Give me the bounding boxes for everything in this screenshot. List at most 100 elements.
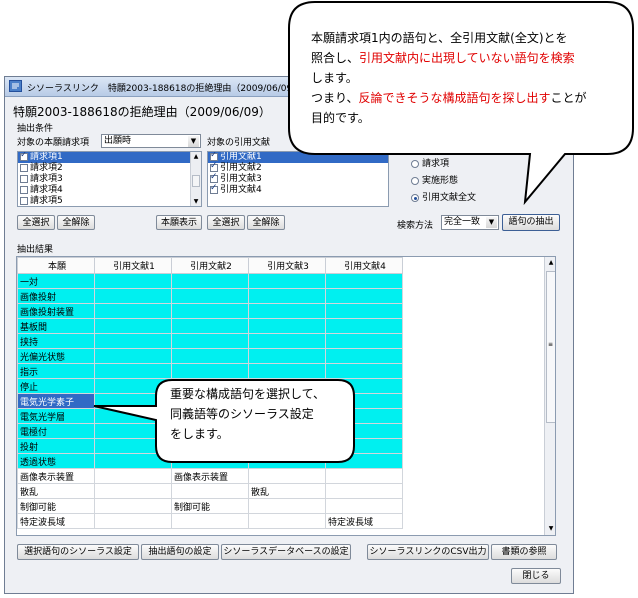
table-cell[interactable]: 一対 [17, 273, 95, 289]
scroll-thumb[interactable] [192, 175, 200, 187]
table-cell[interactable]: 基板間 [17, 318, 95, 334]
table-cell[interactable] [248, 288, 326, 304]
column-header[interactable]: 本願 [17, 257, 95, 274]
table-cell[interactable]: 画像投射装置 [17, 303, 95, 319]
table-row[interactable]: 画像投射装置 [17, 303, 403, 319]
scroll-up-icon[interactable]: ▲ [191, 152, 201, 161]
column-header[interactable]: 引用文献2 [171, 257, 249, 274]
table-cell[interactable] [325, 288, 403, 304]
table-cell[interactable] [248, 468, 326, 484]
citations-select-all-button[interactable]: 全選択 [207, 215, 245, 230]
claims-version-dropdown[interactable]: 出願時 ▼ [101, 134, 201, 148]
claim-list-item[interactable]: 請求項5 [18, 196, 201, 206]
table-cell[interactable]: 画像表示装置 [17, 468, 95, 484]
checkbox-icon[interactable] [210, 161, 218, 172]
table-row[interactable]: 制御可能 制御可能 [17, 498, 403, 514]
table-cell[interactable] [248, 513, 326, 529]
close-button[interactable]: 閉じる [511, 568, 561, 584]
checkbox-icon[interactable] [20, 174, 28, 183]
table-cell[interactable] [248, 333, 326, 349]
table-cell[interactable]: 散乱 [248, 483, 326, 499]
table-cell[interactable] [94, 513, 172, 529]
results-scrollbar[interactable]: ▲ ≡ ▼ [544, 257, 555, 535]
table-row[interactable]: 光偏光状態 [17, 348, 403, 364]
reference-docs-button[interactable]: 書類の参照 [491, 544, 557, 560]
claims-list-scrollbar[interactable]: ▲ ▼ [190, 152, 201, 206]
table-row[interactable]: 挟持 [17, 333, 403, 349]
table-cell[interactable]: 挟持 [17, 333, 95, 349]
table-cell[interactable]: 特定波長域 [17, 513, 95, 529]
search-method-dropdown[interactable]: 完全一致 ▼ [441, 215, 499, 230]
claims-list[interactable]: 請求項1請求項2請求項3請求項4請求項5 ▲ ▼ [17, 151, 202, 207]
claims-select-all-button[interactable]: 全選択 [17, 215, 55, 230]
column-header[interactable]: 引用文献3 [248, 257, 326, 274]
checkbox-icon[interactable] [20, 152, 28, 161]
checkbox-icon[interactable] [20, 163, 28, 172]
claims-clear-all-button[interactable]: 全解除 [57, 215, 95, 230]
table-cell[interactable]: 投射 [17, 438, 95, 454]
checkbox-icon[interactable] [20, 185, 28, 194]
table-cell[interactable] [94, 318, 172, 334]
claim-list-item[interactable]: 請求項3 [18, 174, 201, 185]
table-cell[interactable] [171, 483, 249, 499]
table-cell[interactable] [94, 468, 172, 484]
table-cell[interactable] [171, 303, 249, 319]
scroll-down-icon[interactable]: ▼ [545, 523, 555, 535]
table-cell[interactable] [248, 318, 326, 334]
checkbox-icon[interactable] [210, 172, 218, 183]
claim-list-item[interactable]: 請求項2 [18, 163, 201, 174]
table-cell[interactable]: 制御可能 [171, 498, 249, 514]
claim-list-item[interactable]: 請求項1 [18, 152, 201, 163]
table-cell[interactable] [171, 513, 249, 529]
table-cell[interactable] [248, 273, 326, 289]
table-cell[interactable] [94, 303, 172, 319]
checkbox-icon[interactable] [20, 196, 28, 205]
table-cell[interactable]: 電極付 [17, 423, 95, 439]
checkbox-icon[interactable] [210, 183, 218, 194]
table-cell[interactable] [171, 333, 249, 349]
table-cell[interactable]: 指示 [17, 363, 95, 379]
table-cell[interactable]: 電気光学層 [17, 408, 95, 424]
table-cell[interactable] [94, 288, 172, 304]
table-row[interactable]: 基板間 [17, 318, 403, 334]
chevron-down-icon[interactable]: ▼ [486, 217, 497, 228]
table-cell[interactable] [248, 348, 326, 364]
table-cell[interactable]: 特定波長域 [325, 513, 403, 529]
table-cell[interactable] [325, 318, 403, 334]
citations-clear-all-button[interactable]: 全解除 [247, 215, 285, 230]
column-header[interactable]: 引用文献4 [325, 257, 403, 274]
table-cell[interactable] [94, 273, 172, 289]
show-application-button[interactable]: 本願表示 [156, 215, 202, 230]
thesaurus-setting-button[interactable]: 選択語句のシソーラス設定 [17, 544, 139, 560]
table-cell[interactable] [325, 333, 403, 349]
table-cell[interactable] [94, 483, 172, 499]
scroll-up-icon[interactable]: ▲ [545, 257, 555, 269]
table-cell[interactable] [94, 498, 172, 514]
column-header[interactable]: 引用文献1 [94, 257, 172, 274]
table-cell[interactable] [248, 498, 326, 514]
checkbox-icon[interactable] [210, 152, 218, 161]
table-cell[interactable] [94, 333, 172, 349]
table-cell[interactable]: 散乱 [17, 483, 95, 499]
csv-output-button[interactable]: シソーラスリンクのCSV出力 [367, 544, 489, 560]
table-cell[interactable] [325, 273, 403, 289]
table-cell[interactable] [94, 348, 172, 364]
chevron-down-icon[interactable]: ▼ [188, 136, 199, 147]
table-row[interactable]: 画像投射 [17, 288, 403, 304]
table-row[interactable]: 散乱 散乱 [17, 483, 403, 499]
table-cell[interactable] [171, 348, 249, 364]
scroll-down-icon[interactable]: ▼ [191, 197, 201, 206]
table-cell[interactable]: 画像投射 [17, 288, 95, 304]
table-cell[interactable]: 電気光学素子 [17, 393, 95, 409]
thesaurus-db-setting-button[interactable]: シソーラスデータベースの設定 [221, 544, 351, 560]
table-cell[interactable] [325, 498, 403, 514]
table-cell[interactable] [325, 483, 403, 499]
table-cell[interactable] [325, 468, 403, 484]
extract-setting-button[interactable]: 抽出語句の設定 [141, 544, 219, 560]
claim-list-item[interactable]: 請求項4 [18, 185, 201, 196]
table-cell[interactable] [325, 348, 403, 364]
table-cell[interactable] [325, 303, 403, 319]
table-cell[interactable]: 停止 [17, 378, 95, 394]
table-cell[interactable]: 透過状態 [17, 453, 95, 469]
table-row[interactable]: 特定波長域 特定波長域 [17, 513, 403, 529]
